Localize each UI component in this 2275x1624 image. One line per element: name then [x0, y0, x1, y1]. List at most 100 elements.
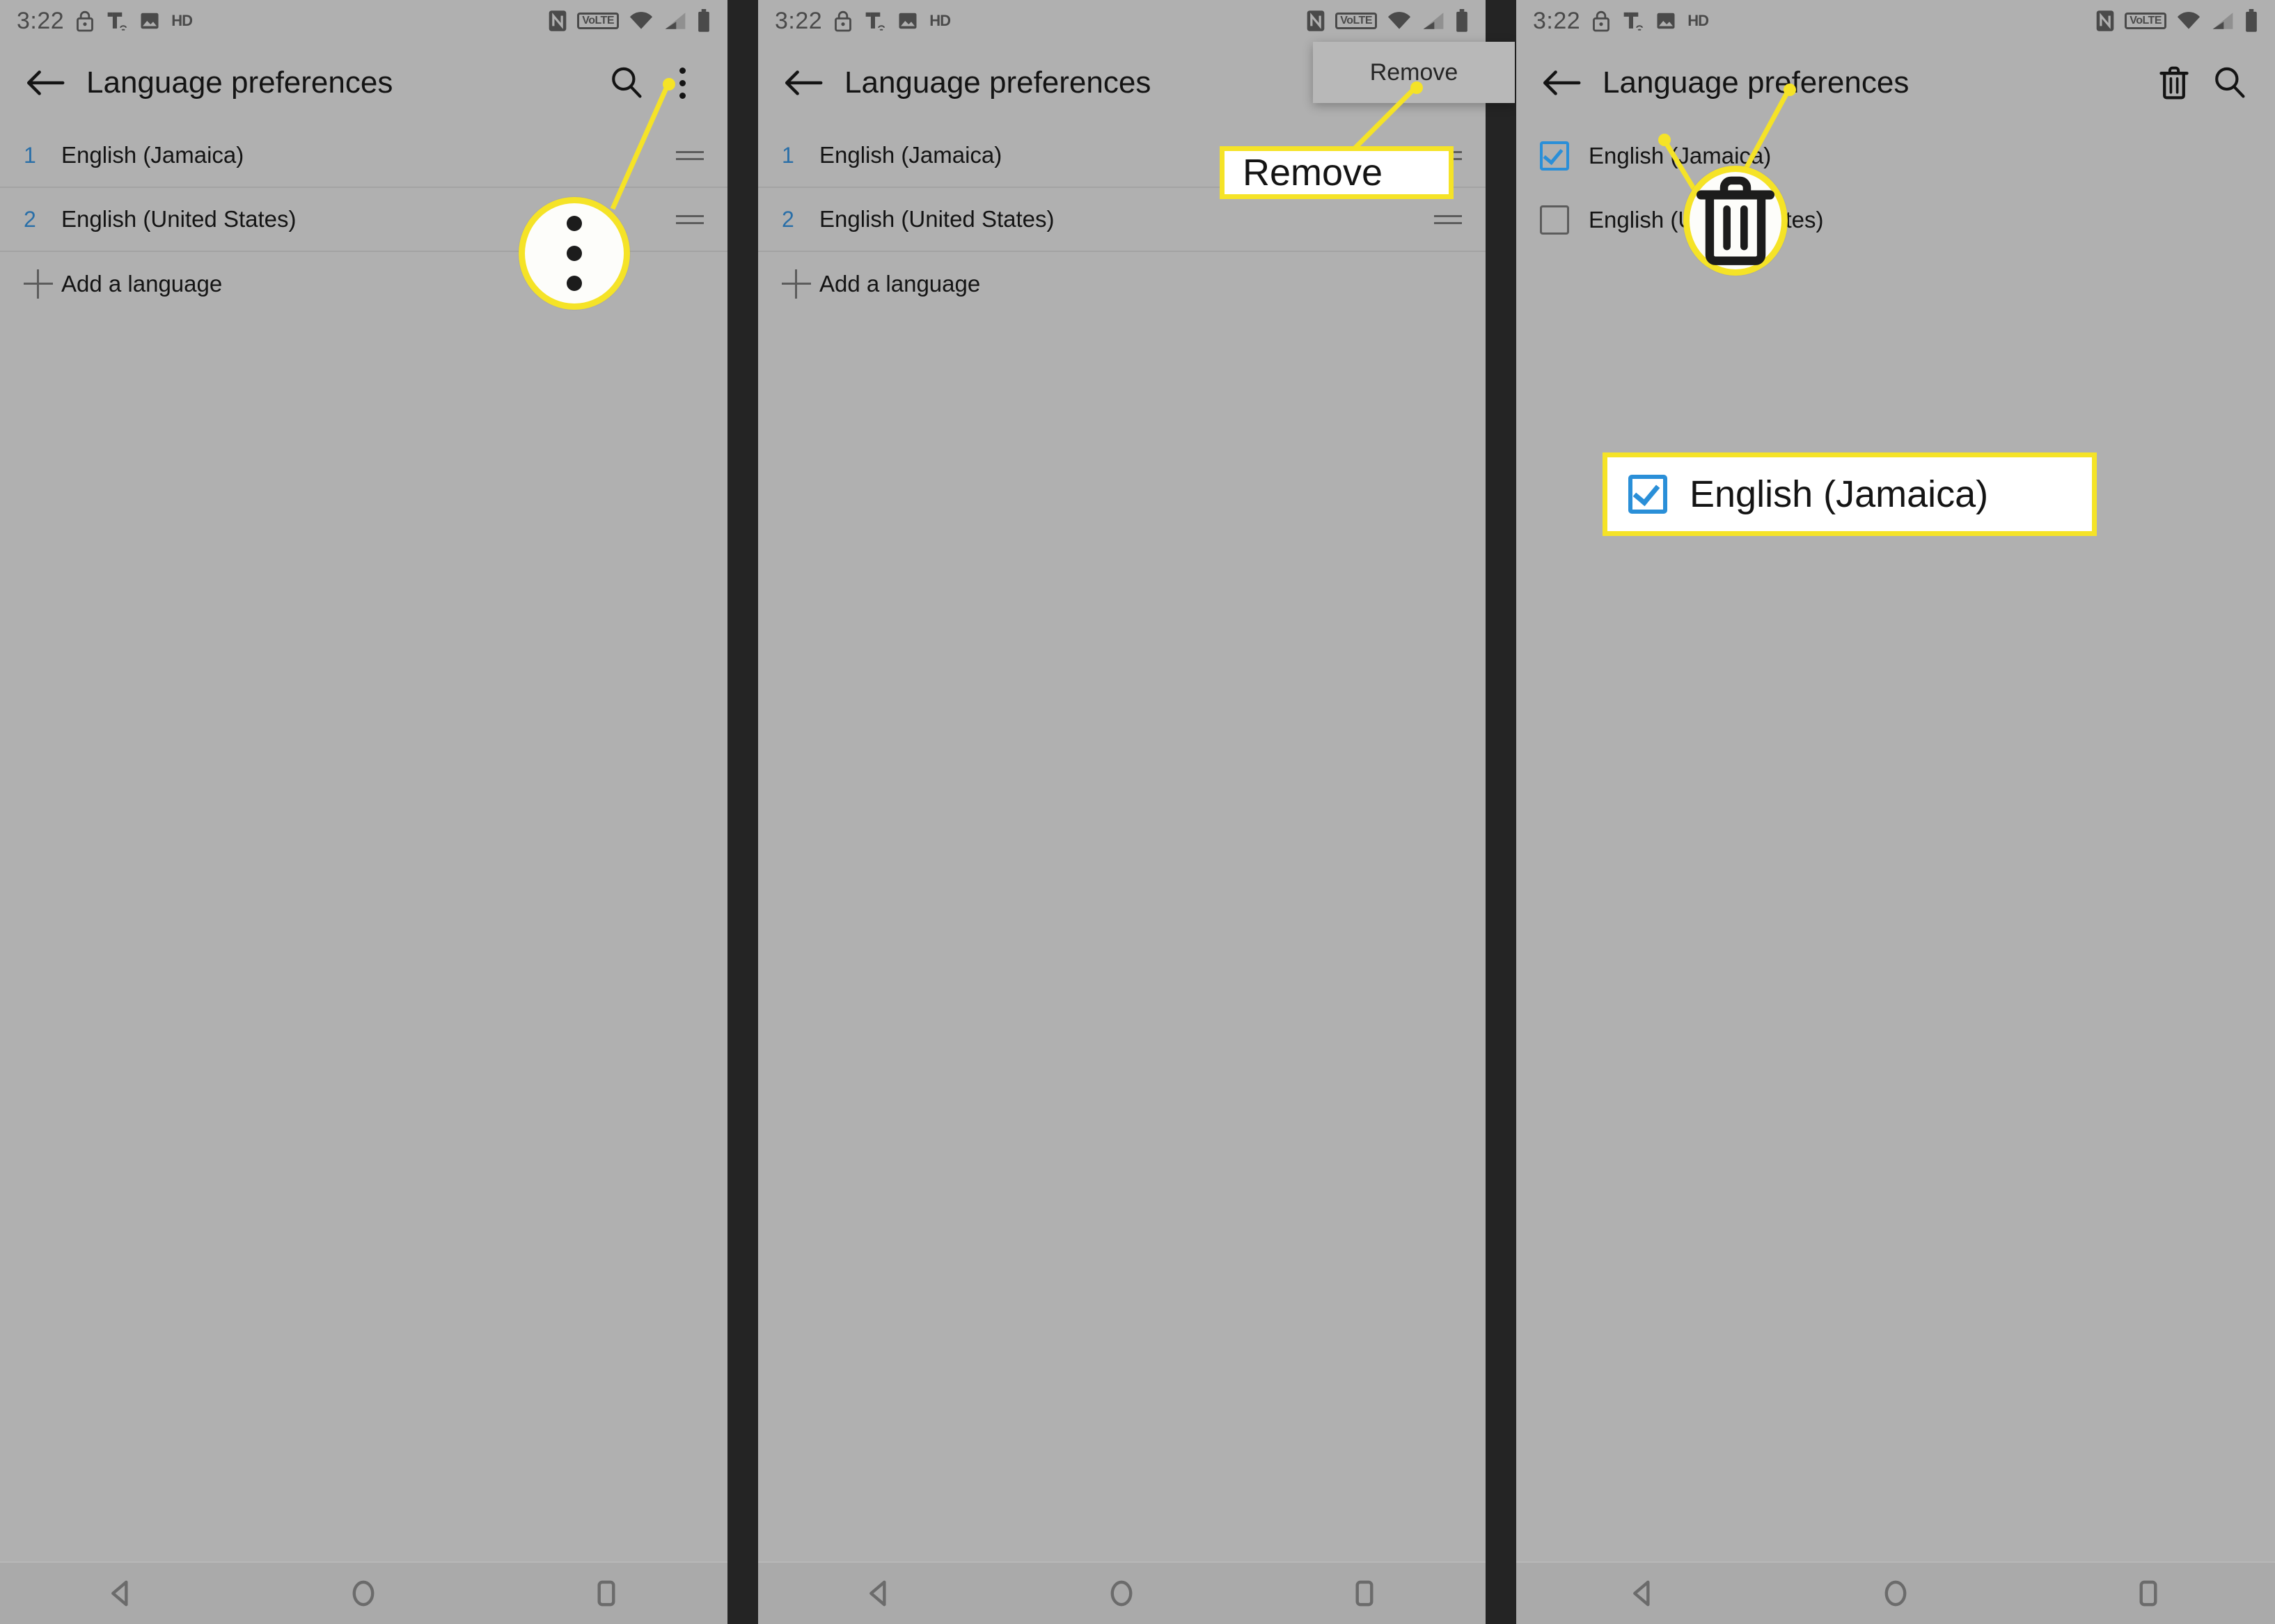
screenshot-icon — [897, 10, 918, 31]
status-bar: 3:22 HD VoLTE — [0, 0, 727, 42]
nav-bar-panel-3 — [1516, 1561, 2275, 1624]
status-bar-left: 3:22 HD — [1533, 7, 1709, 35]
status-bar: 3:22 HD VoLTE — [1516, 0, 2275, 42]
row-label: English (Jamaica) — [1589, 143, 1772, 168]
nav-bar-panel-1 — [0, 1561, 727, 1624]
volte-icon: VoLTE — [1335, 13, 1377, 29]
table-row[interactable]: 2 English (United States) — [758, 188, 1486, 252]
table-row[interactable]: 1 English (Jamaica) — [758, 124, 1486, 188]
status-bar: 3:22 HD VoLTE — [758, 0, 1486, 42]
status-bar-right: VoLTE — [548, 9, 711, 33]
status-clock: 3:22 — [1533, 7, 1581, 34]
lock-icon — [1591, 9, 1611, 33]
status-bar-left: 3:22 HD — [775, 7, 951, 35]
back-triangle-icon[interactable] — [855, 1569, 904, 1618]
status-bar-left: 3:22 HD — [17, 7, 193, 35]
nfc-icon — [548, 10, 567, 32]
app-bar-panel-3: Language preferences — [1516, 42, 2275, 124]
row-label: English (United States) — [1589, 207, 1824, 232]
add-language-label: Add a language — [61, 271, 223, 297]
back-arrow-icon[interactable] — [24, 61, 67, 104]
screenshot-icon — [1655, 10, 1676, 31]
cellular-signal-icon — [2211, 10, 2235, 31]
drag-handle-icon[interactable] — [676, 214, 704, 224]
tmobile-icon — [106, 9, 128, 33]
table-row[interactable]: 2 English (United States) — [0, 188, 727, 252]
battery-icon — [2244, 9, 2258, 33]
back-triangle-icon[interactable] — [97, 1569, 145, 1618]
recents-square-icon[interactable] — [2124, 1569, 2173, 1618]
app-bar-panel-1: Language preferences — [0, 42, 727, 124]
callout-text: English (Jamaica) — [1690, 473, 1989, 515]
language-checkbox-list-panel-3: English (Jamaica) English (United States… — [1516, 124, 2275, 252]
back-arrow-icon[interactable] — [782, 61, 825, 104]
page-title: Language preferences — [844, 65, 1151, 100]
row-label: English (United States) — [61, 206, 297, 232]
nfc-icon — [2095, 10, 2115, 32]
wifi-icon — [2176, 10, 2201, 31]
search-icon[interactable] — [2208, 61, 2251, 104]
app-bar-actions — [2152, 61, 2251, 104]
home-circle-icon[interactable] — [1871, 1569, 1920, 1618]
hd-icon: HD — [1687, 12, 1709, 29]
battery-icon — [1455, 9, 1469, 33]
status-clock: 3:22 — [17, 7, 65, 34]
panel-1: 3:22 HD VoLTE Language preferences 1 Eng… — [0, 0, 727, 1624]
row-label: English (Jamaica) — [61, 142, 244, 168]
popup-menu: Remove — [1313, 42, 1515, 103]
battery-icon — [697, 9, 711, 33]
cellular-signal-icon — [663, 10, 687, 31]
row-label: English (Jamaica) — [819, 142, 1002, 168]
hd-icon: HD — [171, 12, 193, 29]
list-item[interactable]: English (Jamaica) — [1516, 124, 2275, 188]
checkbox-english-jamaica[interactable] — [1540, 141, 1569, 171]
status-clock: 3:22 — [775, 7, 823, 34]
nav-bar-panel-2 — [758, 1561, 1486, 1624]
tmobile-icon — [1622, 9, 1644, 33]
add-language-row[interactable]: Add a language — [0, 252, 727, 316]
status-bar-right: VoLTE — [1306, 9, 1469, 33]
home-circle-icon[interactable] — [1097, 1569, 1146, 1618]
back-triangle-icon[interactable] — [1619, 1569, 1667, 1618]
popup-menu-item-remove[interactable]: Remove — [1370, 59, 1458, 86]
row-number: 2 — [24, 206, 36, 232]
nfc-icon — [1306, 10, 1325, 32]
add-language-row[interactable]: Add a language — [758, 252, 1486, 316]
home-circle-icon[interactable] — [339, 1569, 388, 1618]
volte-icon: VoLTE — [577, 13, 619, 29]
table-row[interactable]: 1 English (Jamaica) — [0, 124, 727, 188]
app-bar-actions — [605, 61, 704, 104]
add-language-label: Add a language — [819, 271, 981, 297]
checkbox-english-jamaica — [1628, 475, 1667, 514]
drag-handle-icon[interactable] — [676, 150, 704, 160]
plus-icon — [24, 269, 53, 299]
delete-icon[interactable] — [2152, 61, 2196, 104]
recents-square-icon[interactable] — [582, 1569, 631, 1618]
callout-english-jamaica: English (Jamaica) — [1603, 452, 2097, 536]
language-list-panel-2: 1 English (Jamaica) 2 English (United St… — [758, 124, 1486, 316]
page-title: Language preferences — [1603, 65, 1910, 100]
back-arrow-icon[interactable] — [1540, 61, 1583, 104]
panel-2: 3:22 HD VoLTE Language preferences 1 Eng… — [758, 0, 1515, 1624]
search-icon[interactable] — [605, 61, 648, 104]
cellular-signal-icon — [1422, 10, 1445, 31]
language-list-panel-1: 1 English (Jamaica) 2 English (United St… — [0, 124, 727, 316]
tmobile-icon — [864, 9, 886, 33]
recents-square-icon[interactable] — [1340, 1569, 1389, 1618]
list-item[interactable]: English (United States) — [1516, 188, 2275, 252]
screenshot-icon — [139, 10, 160, 31]
panel-divider — [1486, 0, 1516, 1624]
lock-icon — [75, 9, 95, 33]
plus-icon — [782, 269, 811, 299]
panel-divider — [727, 0, 758, 1624]
wifi-icon — [1387, 10, 1412, 31]
volte-icon: VoLTE — [2125, 13, 2166, 29]
checkbox-english-united-states[interactable] — [1540, 205, 1569, 235]
page-title: Language preferences — [86, 65, 393, 100]
drag-handle-icon[interactable] — [1434, 214, 1462, 224]
row-label: English (United States) — [819, 206, 1055, 232]
overflow-menu-icon[interactable] — [661, 61, 704, 104]
drag-handle-icon[interactable] — [1434, 150, 1462, 160]
wifi-icon — [629, 10, 654, 31]
panel-3: 3:22 HD VoLTE Language preferences Engli… — [1516, 0, 2275, 1624]
